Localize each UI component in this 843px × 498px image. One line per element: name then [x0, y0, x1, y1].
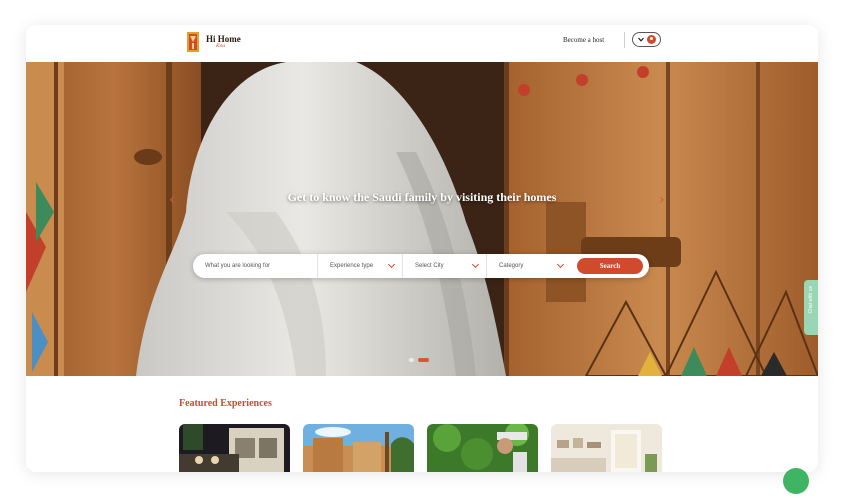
chevron-down-icon: [637, 37, 644, 42]
logo-sub-text: Ksa: [216, 43, 226, 49]
chevron-down-icon: [387, 260, 396, 269]
page: Hi Home Ksa Become a host ‹ › Get to kno…: [0, 0, 843, 498]
browser-page: Hi Home Ksa Become a host ‹ › Get to kno…: [26, 25, 818, 472]
logo-icon: [186, 31, 202, 53]
logo-text: Hi Home Ksa: [206, 35, 241, 49]
site-header: Hi Home Ksa Become a host: [26, 25, 818, 62]
carousel-dot-active[interactable]: [418, 358, 429, 362]
featured-card-mud-village[interactable]: [303, 424, 414, 472]
site-logo[interactable]: Hi Home Ksa: [186, 29, 241, 55]
featured-list: [179, 424, 662, 472]
whatsapp-icon[interactable]: [783, 468, 809, 494]
featured-card-living-room[interactable]: [551, 424, 662, 472]
search-button[interactable]: Search: [577, 258, 643, 274]
hero-banner: ‹ › Get to know the Saudi family by visi…: [26, 62, 818, 376]
experience-type-select[interactable]: Experience type: [317, 254, 402, 278]
search-bar: What you are looking for Experience type…: [193, 254, 649, 278]
category-select[interactable]: Category: [486, 254, 571, 278]
account-menu-button[interactable]: [632, 32, 661, 47]
user-icon: [646, 35, 656, 44]
header-divider: [624, 32, 625, 48]
city-select[interactable]: Select City: [402, 254, 486, 278]
search-input[interactable]: What you are looking for: [193, 254, 317, 278]
category-label: Category: [499, 263, 524, 269]
experience-type-label: Experience type: [330, 263, 374, 269]
chat-tab[interactable]: Chat with us: [804, 280, 818, 335]
hero-image: [26, 62, 818, 376]
carousel-dots: [409, 358, 429, 362]
become-host-link[interactable]: Become a host: [563, 36, 604, 44]
hero-title: Get to know the Saudi family by visiting…: [287, 190, 557, 204]
featured-experiences-heading: Featured Experiences: [179, 398, 272, 409]
chat-tab-label: Chat with us: [808, 286, 814, 314]
chevron-down-icon: [471, 260, 480, 269]
chevron-down-icon: [556, 260, 565, 269]
city-label: Select City: [415, 263, 444, 269]
featured-card-night-dining[interactable]: [179, 424, 290, 472]
carousel-dot[interactable]: [409, 358, 414, 362]
featured-card-orchard[interactable]: [427, 424, 538, 472]
